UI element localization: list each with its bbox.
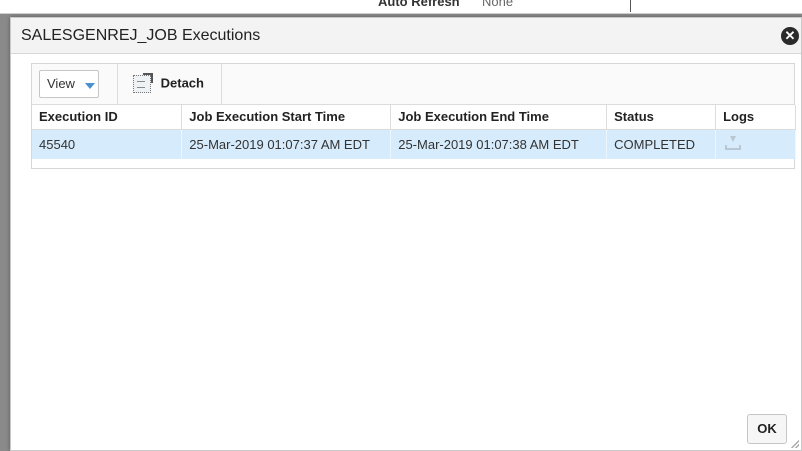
- detach-icon: [133, 73, 153, 93]
- close-icon[interactable]: ✕: [781, 27, 799, 45]
- toolbar-divider: [221, 64, 222, 105]
- cell-status: COMPLETED: [606, 129, 717, 159]
- chevron-down-icon: [85, 83, 95, 89]
- executions-dialog: SALESGENREJ_JOB Executions ✕ View Detach…: [10, 17, 802, 451]
- column-header-status[interactable]: Status: [606, 105, 717, 130]
- resize-handle[interactable]: [791, 440, 799, 448]
- detach-button[interactable]: Detach: [133, 73, 204, 95]
- executions-table: Execution ID Job Execution Start Time Jo…: [32, 105, 796, 159]
- table-header-row: Execution ID Job Execution Start Time Jo…: [32, 105, 796, 130]
- background-page-strip: Auto Refresh None: [0, 0, 802, 14]
- cell-end-time: 25-Mar-2019 01:07:38 AM EDT: [390, 129, 608, 159]
- table-row[interactable]: 45540 25-Mar-2019 01:07:37 AM EDT 25-Mar…: [32, 129, 796, 159]
- download-icon: [725, 135, 742, 150]
- column-header-logs[interactable]: Logs: [715, 105, 796, 130]
- view-menu-button[interactable]: View: [39, 70, 99, 98]
- executions-panel: View Detach Execution ID Job Execution S…: [31, 63, 796, 169]
- auto-refresh-value: None: [482, 0, 514, 9]
- auto-refresh-label: Auto Refresh: [378, 0, 460, 9]
- dialog-header: SALESGENREJ_JOB Executions ✕: [11, 18, 801, 54]
- dialog-title: SALESGENREJ_JOB Executions: [21, 27, 261, 44]
- column-header-start-time[interactable]: Job Execution Start Time: [181, 105, 392, 130]
- cell-start-time: 25-Mar-2019 01:07:37 AM EDT: [181, 129, 392, 159]
- background-divider: [630, 0, 631, 12]
- cell-execution-id: 45540: [32, 129, 183, 159]
- cell-logs: [715, 129, 796, 159]
- column-header-end-time[interactable]: Job Execution End Time: [390, 105, 608, 130]
- toolbar-divider: [117, 64, 118, 105]
- detach-label: Detach: [160, 75, 204, 91]
- view-menu-label: View: [47, 76, 75, 91]
- ok-button[interactable]: OK: [747, 414, 787, 444]
- column-header-execution-id[interactable]: Execution ID: [32, 105, 183, 130]
- table-toolbar: View Detach: [32, 64, 794, 105]
